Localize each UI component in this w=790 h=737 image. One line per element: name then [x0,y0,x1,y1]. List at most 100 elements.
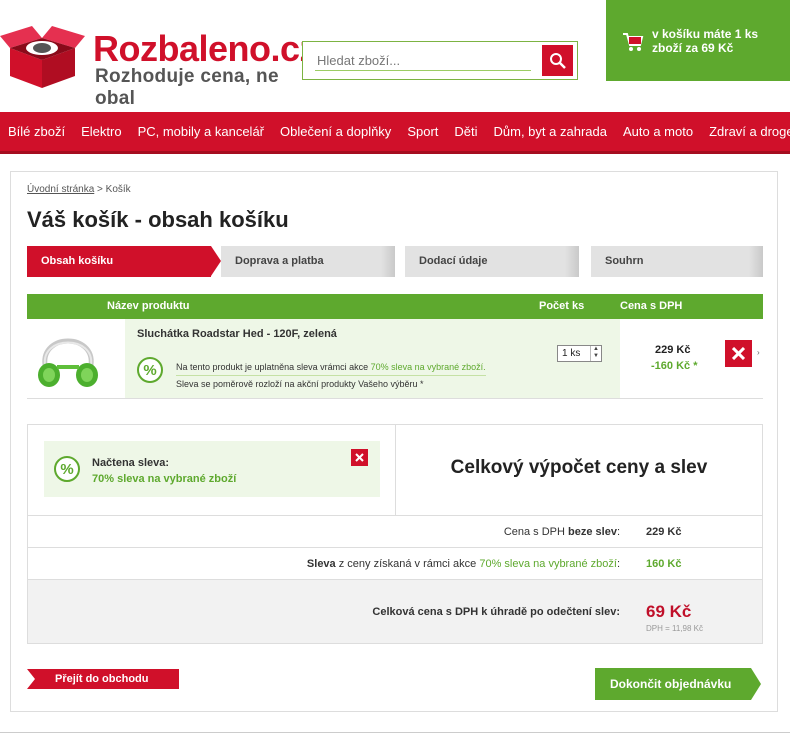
close-icon [355,453,364,462]
page-title: Váš košík - obsah košíku [27,207,289,232]
nav-item-6[interactable]: Dům, byt a zahrada [486,124,615,139]
promo-link[interactable]: 70% sleva na vybrané zboží. [371,362,486,372]
nav-item-8[interactable]: Zdraví a drogerie [701,124,790,139]
page-bottom-border [0,732,790,737]
summary-row-price: Cena s DPH beze slev: 229 Kč [28,515,762,547]
promo-line-2: Sleva se poměrově rozloží na akční produ… [176,379,424,389]
button-notch [27,669,35,689]
summary-title: Celkový výpočet ceny a slev [450,457,708,478]
nav-item-7[interactable]: Auto a moto [615,124,701,139]
nav-item-4[interactable]: Sport [399,124,446,139]
finish-button-label: Dokončit objednávku [610,677,732,691]
breadcrumb: Úvodní stránka > Košík [27,184,131,195]
row-text: Cena s DPH [503,526,569,538]
cart-text: v košíku máte 1 ks zboží za 69 Kč [652,27,759,55]
step-delivery-details[interactable]: Dodací údaje [405,246,579,277]
percent-symbol: % [60,461,74,478]
search-icon [550,53,566,69]
product-name[interactable]: Sluchátka Roadstar Hed - 120F, zelená [137,328,337,340]
loaded-discount-title: Načtena sleva: [92,457,170,469]
promo-line-1: Na tento produkt je uplatněna sleva vrám… [176,359,486,376]
step-label: Obsah košíku [41,255,114,267]
loaded-discount-label: Načtena sleva: 70% sleva na vybrané zbož… [92,455,236,487]
price-summary: % Načtena sleva: 70% sleva na vybrané zb… [27,424,763,644]
chevron-right-icon: › [757,348,760,357]
product-price: 229 Kč [655,344,691,356]
step-cart-contents[interactable]: Obsah košíku [27,246,221,277]
cart-item-row: Sluchátka Roadstar Hed - 120F, zelená % … [27,319,763,399]
promo-pre: Na tento produkt je uplatněna sleva vrám… [176,362,371,372]
summary-row-label: Cena s DPH beze slev: [504,526,620,538]
breadcrumb-separator: > [94,184,106,195]
box-logo-icon [0,26,85,88]
step-label: Dodací údaje [419,255,488,267]
nav-item-3[interactable]: Oblečení a doplňky [272,124,399,139]
summary-row-label: Sleva z ceny získaná v rámci akce 70% sl… [307,558,620,570]
close-icon [732,347,745,360]
loaded-discount-box: % Načtena sleva: 70% sleva na vybrané zb… [44,441,380,497]
summary-row-value: 229 Kč [646,526,682,538]
quantity-spinner[interactable]: ▲ ▼ [590,346,601,361]
button-arrow [751,668,761,700]
summary-vat-value: DPH = 11,98 Kč [646,624,703,633]
checkout-steps: Obsah košíku Doprava a platba Dodací úda… [27,246,763,277]
back-button-label: Přejít do obchodu [55,673,149,685]
remove-discount-button[interactable] [351,449,368,466]
cart-summary[interactable]: v košíku máte 1 ks zboží za 69 Kč [606,0,790,81]
headphones-product-image[interactable] [35,325,101,393]
finish-order-button[interactable]: Dokončit objednávku [595,668,761,700]
summary-total-label: Celková cena s DPH k úhradě po odečtení … [372,606,620,618]
promo-text: Na tento produkt je uplatněna sleva vrám… [176,359,536,392]
search-underline [315,70,531,71]
remove-item-button[interactable] [725,340,752,367]
row-bold: Sleva [306,558,336,570]
percent-discount-icon: % [137,357,163,383]
main-navigation: Bílé zboží Elektro PC, mobily a kancelář Ob… [0,112,790,154]
logo-wordmark: Rozbaleno.cz [93,28,318,69]
step-shipping-payment[interactable]: Doprava a platba [221,246,395,277]
row-bold: beze slev [568,526,617,538]
step-arrow [211,246,221,276]
quantity-stepper[interactable]: 1 ks ▲ ▼ [557,345,602,362]
product-discount: -160 Kč * [651,360,698,372]
nav-item-1[interactable]: Elektro [73,124,129,139]
search-input[interactable] [303,42,539,79]
step-shade [749,246,763,277]
cart-table-header: Název produktu Počet ks Cena s DPH [27,294,763,319]
nav-item-2[interactable]: PC, mobily a kancelář [130,124,272,139]
nav-item-0[interactable]: Bílé zboží [0,124,73,139]
nav-item-5[interactable]: Děti [446,124,485,139]
step-shade [565,246,579,277]
step-label: Doprava a platba [235,255,324,267]
summary-row-value: 160 Kč [646,558,682,570]
chevron-down-icon[interactable]: ▼ [593,353,599,359]
summary-total-value: 69 Kč [646,602,692,621]
step-shade [381,246,395,277]
step-summary[interactable]: Souhrn [591,246,763,277]
site-header: Rozbaleno.cz Rozhoduje cena, ne obal v k… [0,0,790,112]
summary-row-total: Celková cena s DPH k úhradě po odečtení … [28,579,762,643]
col-product-name: Název produktu [107,300,190,312]
back-to-shop-button[interactable]: Přejít do obchodu [27,669,179,689]
quantity-value: 1 ks [562,348,581,359]
breadcrumb-home-link[interactable]: Úvodní stránka [27,184,94,195]
step-label: Souhrn [605,255,644,267]
col-price: Cena s DPH [620,300,683,312]
row-text: : [616,526,620,538]
search-box [302,41,578,80]
percent-symbol: % [143,362,157,379]
shopping-cart-icon [623,33,644,51]
loaded-discount-value[interactable]: 70% sleva na vybrané zboží [92,473,236,485]
search-button[interactable] [542,45,573,76]
promo-link[interactable]: 70% sleva na vybrané zboží [479,558,617,570]
breadcrumb-current: Košík [105,184,131,195]
percent-discount-icon: % [54,456,80,482]
col-quantity: Počet ks [539,300,585,312]
row-text: : [616,558,620,570]
row-text: z ceny získaná v rámci akce [335,558,480,570]
summary-row-discount: Sleva z ceny získaná v rámci akce 70% sl… [28,547,762,579]
cart-panel: Úvodní stránka > Košík Váš košík - obsah… [10,171,778,712]
site-logo[interactable]: Rozbaleno.cz Rozhoduje cena, ne obal [0,22,318,109]
chevron-up-icon[interactable]: ▲ [593,346,599,352]
logo-slogan: Rozhoduje cena, ne obal [95,66,279,109]
